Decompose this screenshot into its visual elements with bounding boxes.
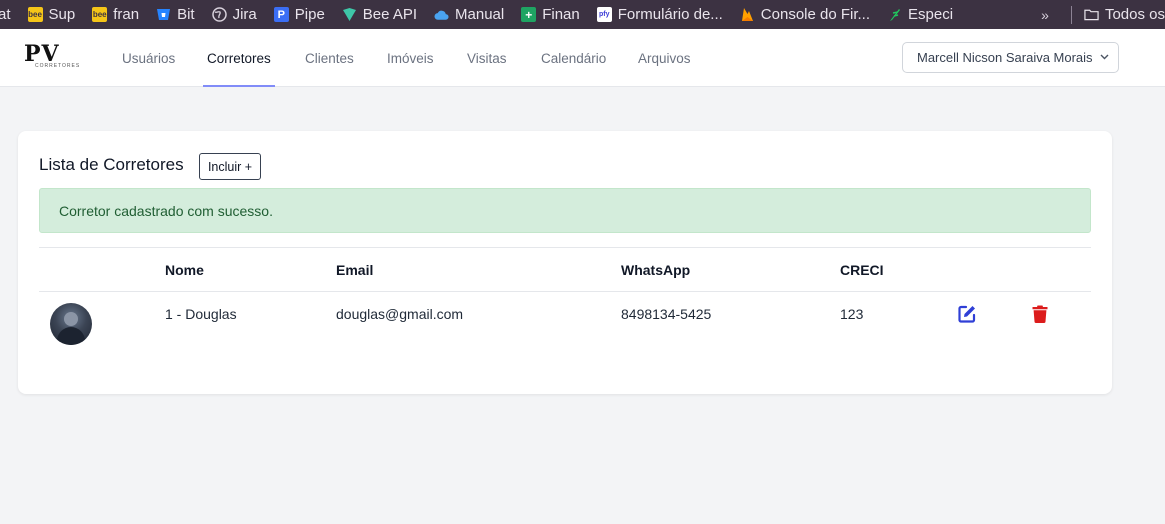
cell-email: douglas@gmail.com xyxy=(336,306,464,322)
column-header-email: Email xyxy=(336,261,374,278)
bookmark-at[interactable]: at xyxy=(0,6,11,23)
bookmark-label: Manual xyxy=(455,6,505,23)
nav-calendario[interactable]: Calendário xyxy=(541,29,606,87)
cell-nome: 1 - Douglas xyxy=(165,306,237,322)
corretores-card: Lista de Corretores Incluir + Corretor c… xyxy=(18,131,1112,394)
sheets-icon: + xyxy=(521,7,537,22)
bookmark-fran[interactable]: bee fran xyxy=(92,6,139,23)
success-alert: Corretor cadastrado com sucesso. xyxy=(39,188,1091,233)
user-menu-button[interactable]: Marcell Nicson Saraiva Morais xyxy=(902,42,1119,73)
beeapi-icon xyxy=(342,7,357,22)
bookmark-bee-api[interactable]: Bee API xyxy=(342,6,417,23)
bookmark-label: Jira xyxy=(232,6,257,23)
chevron-down-icon xyxy=(1100,52,1109,63)
bookmark-label: Bee API xyxy=(362,6,418,23)
edit-icon[interactable] xyxy=(957,304,977,324)
bookmarks-overflow-icon[interactable]: » xyxy=(1041,7,1049,23)
folder-icon xyxy=(1084,7,1099,22)
bookmarks-divider xyxy=(1070,5,1072,24)
nav-corretores[interactable]: Corretores xyxy=(203,29,275,87)
cell-whatsapp: 8498134-5425 xyxy=(621,306,712,322)
table-header: Nome Email WhatsApp CRECI xyxy=(39,247,1091,292)
pipefy-icon: P xyxy=(273,7,289,22)
bookmark-bit[interactable]: Bit xyxy=(156,6,195,23)
bookmark-label: at xyxy=(0,6,11,23)
feather-icon xyxy=(887,7,902,22)
nav-clientes[interactable]: Clientes xyxy=(305,29,354,87)
bookmark-label: Bit xyxy=(177,6,195,23)
column-header-nome: Nome xyxy=(165,261,204,278)
corretores-table: Nome Email WhatsApp CRECI 1 - Douglas do… xyxy=(39,247,1091,356)
firebase-icon xyxy=(740,7,755,22)
top-nav: PV CORRETORES Usuários Corretores Client… xyxy=(0,29,1165,87)
pfy-icon: pfy xyxy=(596,7,612,22)
bookmark-manual[interactable]: Manual xyxy=(434,6,504,23)
bitbucket-icon xyxy=(156,7,171,22)
bookmark-jira[interactable]: Jira xyxy=(211,6,257,23)
bookmark-other-folder[interactable]: Todos os xyxy=(1084,6,1165,23)
bookmark-label: Console do Fir... xyxy=(760,6,871,23)
nav-arquivos[interactable]: Arquivos xyxy=(638,29,691,87)
bee-icon: bee xyxy=(27,7,43,22)
nav-visitas[interactable]: Visitas xyxy=(467,29,507,87)
alert-message: Corretor cadastrado com sucesso. xyxy=(59,202,273,219)
bookmark-label: Todos os xyxy=(1104,6,1165,23)
bee-icon: bee xyxy=(92,7,108,22)
bookmark-console-firebase[interactable]: Console do Fir... xyxy=(740,6,870,23)
bookmark-label: Sup xyxy=(48,6,76,23)
bookmark-label: Especi xyxy=(908,6,954,23)
column-header-creci: CRECI xyxy=(840,261,884,278)
logo-text: PV xyxy=(24,41,60,67)
bookmark-especi[interactable]: Especi xyxy=(887,6,953,23)
bookmark-finan[interactable]: + Finan xyxy=(521,6,580,23)
cell-creci: 123 xyxy=(840,306,864,322)
page-title: Lista de Corretores xyxy=(39,155,184,174)
user-name: Marcell Nicson Saraiva Morais xyxy=(917,50,1093,65)
bookmark-label: fran xyxy=(113,6,140,23)
bookmark-formulario[interactable]: pfy Formulário de... xyxy=(596,6,723,23)
bookmark-label: Finan xyxy=(542,6,580,23)
add-corretor-button[interactable]: Incluir + xyxy=(199,153,261,180)
globe-icon xyxy=(211,7,227,22)
avatar xyxy=(50,303,92,345)
nav-usuarios[interactable]: Usuários xyxy=(122,29,175,87)
logo-subtitle: CORRETORES xyxy=(35,63,81,69)
cloud-icon xyxy=(434,7,449,22)
table-row: 1 - Douglas douglas@gmail.com 8498134-54… xyxy=(39,292,1091,356)
bookmarks-bar: at bee Sup bee fran Bit Jira P Pipe Bee … xyxy=(0,0,1165,29)
bookmark-label: Formulário de... xyxy=(617,6,723,23)
column-header-whatsapp: WhatsApp xyxy=(621,261,691,278)
bookmark-label: Pipe xyxy=(294,6,325,23)
nav-imoveis[interactable]: Imóveis xyxy=(387,29,434,87)
logo[interactable]: PV CORRETORES xyxy=(24,41,79,73)
bookmark-sup[interactable]: bee Sup xyxy=(27,6,76,23)
delete-icon[interactable] xyxy=(1030,304,1050,324)
bookmark-pipe[interactable]: P Pipe xyxy=(273,6,325,23)
